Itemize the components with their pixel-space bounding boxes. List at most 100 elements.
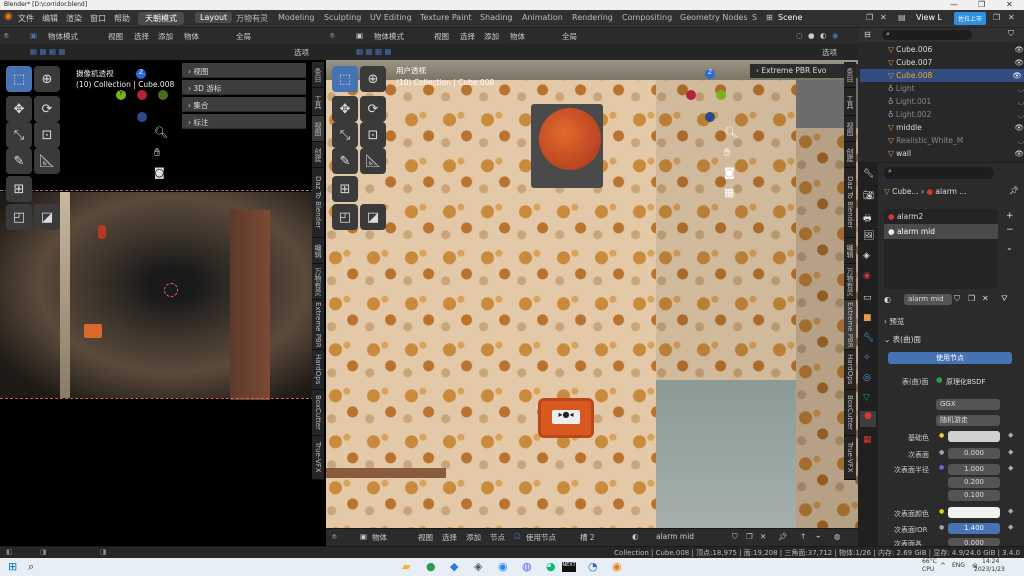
menu-add[interactable]: 添加 <box>484 31 499 42</box>
tab-wanwu[interactable]: 万物有灵 <box>236 13 268 24</box>
blender-taskbar-icon[interactable]: ◉ <box>612 560 622 573</box>
side-tab-daz[interactable]: Daz To Blender <box>312 168 324 238</box>
side-tab-wanwu[interactable]: 万物有灵 <box>844 264 856 300</box>
menu-view[interactable]: 视图 <box>108 31 123 42</box>
app-icon-1[interactable]: ● <box>426 560 436 573</box>
link-dropdown-icon[interactable]: ⛛ <box>1001 294 1008 304</box>
menu-edit[interactable]: 编辑 <box>42 13 58 24</box>
language-indicator[interactable]: ENG <box>952 562 965 569</box>
panel-view[interactable]: › 视图 <box>182 63 306 78</box>
side-tab-extreme-pbr[interactable]: Extreme PBR <box>312 300 324 350</box>
side-tab-view[interactable]: 视图 <box>312 116 324 142</box>
outliner-filter-icon[interactable]: ⊟ <box>864 30 871 39</box>
scale-tool-icon[interactable]: ⤡ <box>6 122 32 148</box>
extreme-pbr-panel[interactable]: › Extreme PBR Evo <box>750 64 858 78</box>
view-layer-tab-icon[interactable]: 🖼︎ <box>863 231 874 241</box>
cursor-3d-icon[interactable] <box>164 283 178 297</box>
panel-annotations[interactable]: › 标注 <box>182 114 306 129</box>
file-explorer-icon[interactable]: ▰ <box>402 560 410 573</box>
keyframe-dot-icon[interactable]: ◆ <box>1008 448 1013 456</box>
base-color-swatch[interactable] <box>948 431 1000 442</box>
data-tab-icon[interactable]: ▽ <box>863 393 870 403</box>
use-nodes-button[interactable]: 使用节点 <box>888 352 1012 364</box>
rotate-tool-icon[interactable]: ⟳ <box>360 96 386 122</box>
camera-view-icon[interactable]: ◙ <box>154 166 165 179</box>
discord-icon[interactable]: ◍ <box>522 560 532 573</box>
gizmo-neg-y-icon[interactable] <box>158 90 168 100</box>
socket-icon[interactable]: ● <box>939 432 944 439</box>
distribution-dropdown[interactable]: GGX <box>936 399 1000 410</box>
windows-start-icon[interactable]: ⊞ <box>8 560 17 573</box>
object-mode-dropdown[interactable]: 物体模式 <box>374 31 404 42</box>
select-mode-icon[interactable]: ▣ <box>356 31 363 40</box>
close-button[interactable]: ✕ <box>1006 0 1013 9</box>
custom-mode-button[interactable]: 天朝模式 <box>138 12 184 25</box>
side-tab-item[interactable]: 条目 <box>312 62 324 88</box>
outliner-row-1[interactable]: ▽ Cube.007 👁︎ <box>888 56 1024 69</box>
menu-help[interactable]: 帮助 <box>114 13 130 24</box>
panel-collections[interactable]: › 集合 <box>182 97 306 112</box>
tab-sculpting[interactable]: Sculpting <box>324 13 361 22</box>
maximize-button[interactable]: ❐ <box>978 0 985 9</box>
keyframe-dot-icon[interactable]: ◆ <box>1008 507 1013 515</box>
material-name-field[interactable]: alarm mid <box>904 294 952 305</box>
shading-material-icon[interactable]: ◐ <box>820 31 827 40</box>
app-icon-2[interactable]: ◆ <box>450 560 458 573</box>
scene-tab-icon[interactable]: ◈ <box>863 251 870 261</box>
gizmo-z-icon[interactable]: Z <box>136 69 146 79</box>
object-tab-icon[interactable]: ■ <box>863 313 872 323</box>
pan-hand-icon[interactable]: ✋︎ <box>724 146 730 160</box>
output-tab-icon[interactable]: 🖶︎ <box>863 211 872 227</box>
scene-name[interactable]: Scene <box>778 13 802 22</box>
remove-slot-button[interactable]: − <box>1006 225 1014 235</box>
snap-icon[interactable]: ⌁ <box>816 532 821 541</box>
right-viewport[interactable]: ⌾ ▣ 物体模式 视图 选择 添加 物体 全局 ◌ ● ◐ ◉ ▦ ▦ ▦ ▦ … <box>326 28 858 546</box>
app-icon-4[interactable]: ◉ <box>498 560 508 573</box>
move-tool-icon[interactable]: ✥ <box>332 96 358 122</box>
outliner-search-input[interactable]: ⌕ <box>882 30 972 40</box>
material-slot-0[interactable]: ● alarm2 <box>884 209 998 224</box>
side-tab-edit[interactable]: 编辑 <box>844 238 856 264</box>
side-tab-truevfx[interactable]: True-VFX <box>312 436 324 480</box>
annotate-tool-icon[interactable]: ✎ <box>332 148 358 174</box>
side-tab-truevfx[interactable]: True-VFX <box>844 436 856 480</box>
side-tab-hardops[interactable]: HardOps <box>312 350 324 390</box>
camera-view-icon[interactable]: ◙ <box>724 166 735 179</box>
menu-add[interactable]: 添加 <box>158 31 173 42</box>
visibility-eye-icon[interactable]: ◡ <box>1017 108 1024 121</box>
visibility-eye-icon[interactable]: 👁︎ <box>1014 56 1024 69</box>
side-tab-extreme-pbr[interactable]: Extreme PBR <box>844 300 856 350</box>
outliner-row-6[interactable]: ▽ middle 👁︎ <box>888 121 1024 134</box>
menu-object[interactable]: 物体 <box>184 31 199 42</box>
clock-time[interactable]: 14:24 <box>982 558 999 565</box>
side-tab-create[interactable]: 创建 <box>312 142 324 168</box>
outliner-row-3[interactable]: ♁ Light ◡ <box>888 82 1024 95</box>
new-scene-icon[interactable]: ❐ <box>866 13 873 22</box>
tab-layout[interactable]: Layout <box>195 12 233 23</box>
scene-icon[interactable]: ⊞ <box>766 13 773 22</box>
tab-modeling[interactable]: Modeling <box>278 13 314 22</box>
material-name-field[interactable]: alarm mid <box>656 532 694 541</box>
material-slot-list[interactable]: ● alarm2 ● alarm mid <box>884 209 998 289</box>
transform-tool-icon[interactable]: ⊡ <box>360 122 386 148</box>
keyframe-dot-icon[interactable]: ◆ <box>1008 431 1013 439</box>
tab-more[interactable]: S <box>752 13 757 22</box>
texture-tab-icon[interactable]: ▦ <box>863 435 872 445</box>
pin-icon[interactable]: 📌︎ <box>778 532 788 541</box>
left-viewport[interactable]: ⌾ ▣ 物体模式 视图 选择 添加 物体 全局 ▦ ▦ ▦ ▦ 选项 摄像机透视… <box>0 28 326 546</box>
side-tab-create[interactable]: 创建 <box>844 142 856 168</box>
shading-solid-icon[interactable]: ● <box>808 31 815 40</box>
visibility-eye-icon[interactable]: 👁︎ <box>1014 121 1024 134</box>
menu-select[interactable]: 选择 <box>442 532 457 543</box>
select-box-tool-icon[interactable]: ⬚ <box>332 66 358 92</box>
socket-icon[interactable]: ● <box>939 464 944 471</box>
delete-scene-icon[interactable]: ✕ <box>880 13 887 22</box>
material-browse-icon[interactable]: ◐ <box>632 532 639 541</box>
shading-rendered-icon[interactable]: ◉ <box>832 31 839 40</box>
move-tool-icon[interactable]: ✥ <box>6 96 32 122</box>
radius-z-field[interactable]: 0.100 <box>948 490 1000 501</box>
outliner-row-0[interactable]: ▽ Cube.006 👁︎ <box>888 43 1024 56</box>
sss-ior-field[interactable]: 1.400 <box>948 523 1000 534</box>
slot-menu-icon[interactable]: ⌄ <box>1006 243 1013 252</box>
side-tab-hardops[interactable]: HardOps <box>844 350 856 390</box>
